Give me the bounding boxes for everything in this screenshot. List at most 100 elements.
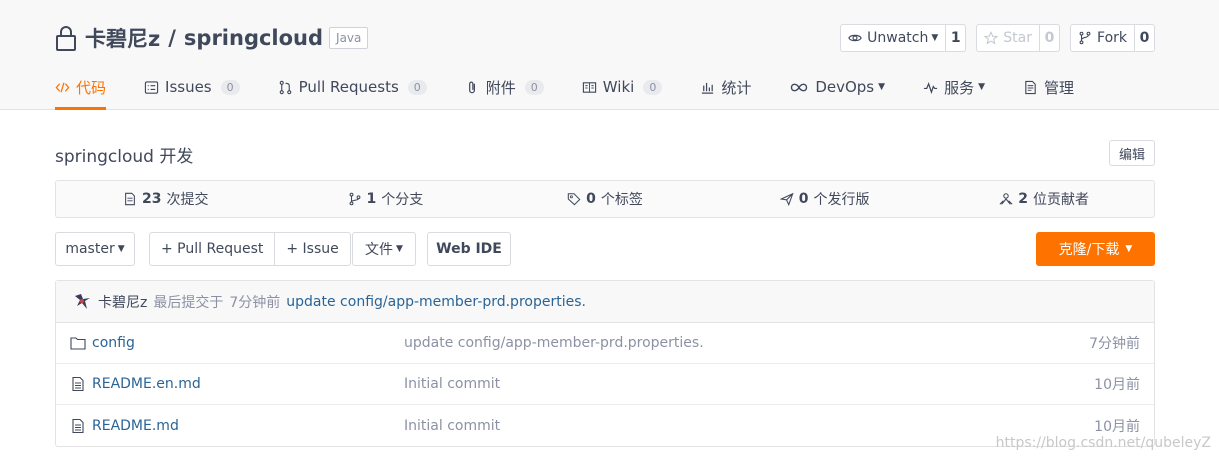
branch-label: master <box>65 241 115 257</box>
repo-name-link[interactable]: springcloud <box>184 26 323 50</box>
book-icon <box>582 81 596 93</box>
stat-contributors[interactable]: 2 位贡献者 <box>934 181 1154 217</box>
star-label: Star <box>1003 30 1033 46</box>
star-button[interactable]: Star 0 <box>976 24 1061 52</box>
stat-branches[interactable]: 1 个分支 <box>276 181 496 217</box>
chevron-down-icon: ▼ <box>878 82 886 92</box>
new-pull-request-button[interactable]: + Pull Request <box>150 233 274 265</box>
tab-code[interactable]: 代码 <box>55 66 107 110</box>
file-commit-message[interactable]: Initial commit <box>404 376 500 392</box>
tab-pull-requests[interactable]: Pull Requests 0 <box>278 66 427 108</box>
tab-issues[interactable]: Issues 0 <box>144 66 240 108</box>
infinity-icon <box>791 83 808 91</box>
file-row: config update config/app-member-prd.prop… <box>56 323 1154 364</box>
commit-message-link[interactable]: update config/app-member-prd.properties. <box>286 294 586 310</box>
edit-description-button[interactable]: 编辑 <box>1109 140 1155 166</box>
last-commit-bar: 卡碧尼z 最后提交于 7分钟前 update config/app-member… <box>56 281 1154 323</box>
stat-number: 1 <box>366 191 377 207</box>
web-ide-button[interactable]: Web IDE <box>427 232 511 266</box>
create-actions-group: + Pull Request + Issue <box>149 232 351 266</box>
stat-number: 0 <box>798 191 809 207</box>
language-badge[interactable]: Java <box>329 27 369 49</box>
repo-toolbar: master ▼ + Pull Request + Issue 文件 ▼ Web… <box>55 232 1155 266</box>
file-commit-time: 7分钟前 <box>1089 336 1140 352</box>
file-name-link[interactable]: README.md <box>70 418 179 434</box>
watch-label: Unwatch <box>867 30 929 46</box>
fork-count[interactable]: 0 <box>1134 25 1154 51</box>
fork-button[interactable]: Fork 0 <box>1070 24 1155 52</box>
file-menu-button[interactable]: 文件 ▼ <box>352 232 416 266</box>
new-issue-button[interactable]: + Issue <box>274 233 349 265</box>
repo-owner-link[interactable]: 卡碧尼z <box>85 23 160 53</box>
tab-devops[interactable]: DevOps ▼ <box>789 66 885 108</box>
stat-label: 位贡献者 <box>1033 192 1090 208</box>
star-count[interactable]: 0 <box>1039 25 1059 51</box>
document-settings-icon <box>1025 80 1036 94</box>
stat-label: 个标签 <box>600 192 643 208</box>
tab-label: 代码 <box>76 78 107 97</box>
attachments-count-badge: 0 <box>524 79 544 95</box>
stat-label: 个分支 <box>381 192 424 208</box>
clone-download-button[interactable]: 克隆/下载 ▼ <box>1036 232 1155 266</box>
fork-main[interactable]: Fork <box>1071 25 1134 51</box>
commit-time: 7分钟前 <box>229 294 281 311</box>
file-menu-label: 文件 <box>365 242 394 258</box>
stat-number: 23 <box>142 191 162 207</box>
file-name-link[interactable]: README.en.md <box>70 376 201 392</box>
issues-icon <box>144 80 159 94</box>
tab-manage[interactable]: 管理 <box>1023 66 1074 108</box>
file-row: README.md Initial commit 10月前 <box>56 405 1154 446</box>
clone-label: 克隆/下载 <box>1058 242 1120 258</box>
tab-stats[interactable]: 统计 <box>700 66 751 108</box>
file-commit-time: 10月前 <box>1094 377 1140 393</box>
file-name: README.en.md <box>92 376 201 392</box>
tab-services[interactable]: 服务 ▼ <box>923 66 985 108</box>
file-row: README.en.md Initial commit 10月前 <box>56 364 1154 405</box>
repo-header: 卡碧尼z / springcloud Java Unwatch ▼ 1 Star… <box>0 0 1219 110</box>
file-name: config <box>92 335 135 351</box>
tab-label: DevOps <box>815 78 875 96</box>
chevron-down-icon: ▼ <box>978 82 985 92</box>
folder-icon <box>70 337 86 350</box>
stat-releases[interactable]: 0 个发行版 <box>715 181 935 217</box>
pulse-icon <box>924 81 938 94</box>
tab-label: Issues <box>165 78 212 96</box>
eye-icon <box>848 34 862 42</box>
file-name: README.md <box>92 417 179 434</box>
stat-label: 个发行版 <box>813 192 870 208</box>
repo-stats-bar: 23 次提交 1 个分支 0 个标签 0 个发行版 2 位贡献者 <box>55 180 1155 218</box>
watch-main[interactable]: Unwatch ▼ <box>841 25 945 51</box>
send-icon <box>779 192 794 206</box>
star-main[interactable]: Star <box>977 25 1039 51</box>
chevron-down-icon: ▼ <box>396 244 403 254</box>
watch-count[interactable]: 1 <box>945 25 965 51</box>
file-name-link[interactable]: config <box>70 335 135 351</box>
lock-icon <box>56 26 76 51</box>
commit-author-link[interactable]: 卡碧尼z <box>98 292 147 312</box>
code-icon <box>55 82 70 92</box>
stat-tags[interactable]: 0 个标签 <box>495 181 715 217</box>
repo-actions: Unwatch ▼ 1 Star 0 Fork 0 <box>840 24 1155 52</box>
commit-prefix: 最后提交于 <box>153 294 224 311</box>
watch-button[interactable]: Unwatch ▼ 1 <box>840 24 967 52</box>
stat-number: 0 <box>586 191 596 207</box>
file-commit-message[interactable]: Initial commit <box>404 418 500 434</box>
tab-label: Wiki <box>602 78 635 96</box>
pull-request-icon <box>279 80 291 94</box>
file-commit-time: 10月前 <box>1094 418 1140 435</box>
bar-chart-icon <box>702 82 714 94</box>
paperclip-icon <box>468 81 475 93</box>
fork-label: Fork <box>1097 30 1127 46</box>
tab-label: 附件 <box>485 78 516 97</box>
chevron-down-icon: ▼ <box>117 244 125 254</box>
avatar[interactable] <box>72 292 92 312</box>
file-commit-message[interactable]: update config/app-member-prd.properties. <box>404 335 704 351</box>
tab-wiki[interactable]: Wiki 0 <box>582 66 663 108</box>
tab-attachments[interactable]: 附件 0 <box>465 66 544 108</box>
branch-select[interactable]: master ▼ <box>55 232 135 266</box>
issues-count-badge: 0 <box>220 79 240 95</box>
stat-commits[interactable]: 23 次提交 <box>56 181 276 217</box>
chevron-down-icon: ▼ <box>931 33 939 43</box>
file-icon <box>72 376 84 392</box>
repo-tabs: 代码 Issues 0 Pull Requests 0 附件 0 Wiki 0 … <box>55 66 1112 110</box>
